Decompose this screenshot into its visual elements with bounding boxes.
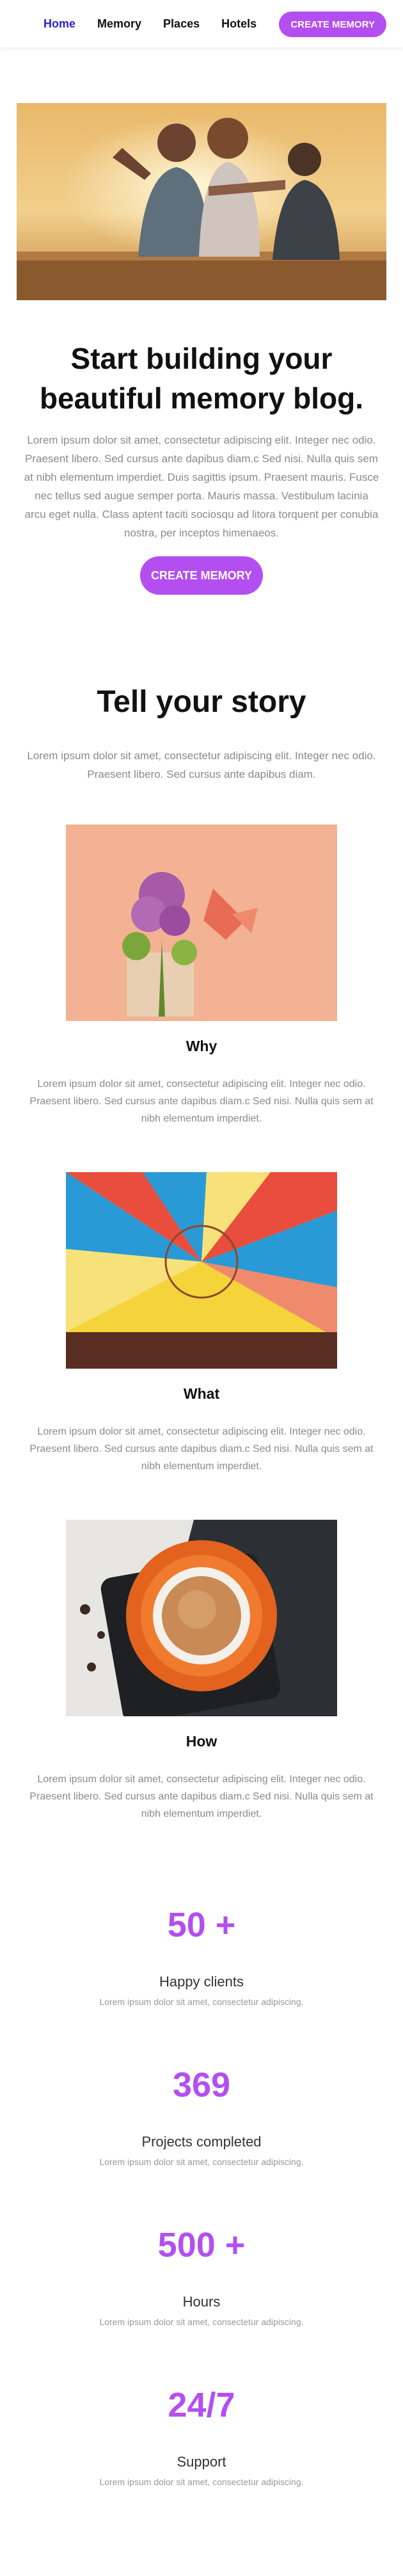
nav-link-hotels[interactable]: Hotels: [221, 17, 257, 31]
coffee-cup-photo: [66, 1520, 337, 1716]
nav-link-memory[interactable]: Memory: [97, 17, 141, 31]
hero-photo-children-sunset: [17, 103, 386, 300]
navbar: Home Memory Places Hotels CREATE MEMORY: [0, 0, 403, 47]
stat-hours: 500 + Hours Lorem ipsum dolor sit amet, …: [0, 2225, 403, 2327]
stat-projects-completed-sub: Lorem ipsum dolor sit amet, consectetur …: [99, 2157, 304, 2167]
stat-happy-clients: 50 + Happy clients Lorem ipsum dolor sit…: [0, 1904, 403, 2007]
feature-how: How Lorem ipsum dolor sit amet, consecte…: [0, 1520, 403, 1823]
flowers-photo: [66, 825, 337, 1021]
feature-how-text: Lorem ipsum dolor sit amet, consectetur …: [29, 1774, 374, 1819]
story-intro: Lorem ipsum dolor sit amet, consectetur …: [27, 750, 376, 780]
hot-air-balloon-photo: [66, 1172, 337, 1369]
stat-happy-clients-sub: Lorem ipsum dolor sit amet, consectetur …: [99, 1997, 304, 2007]
feature-what: What Lorem ipsum dolor sit amet, consect…: [0, 1172, 403, 1475]
hero-button-wrap: CREATE MEMORY: [0, 556, 403, 595]
stat-support-sub: Lorem ipsum dolor sit amet, consectetur …: [99, 2477, 304, 2487]
stat-hours-label: Hours: [182, 2294, 221, 2310]
hero-title: Start building your beautiful memory blo…: [39, 342, 364, 415]
stat-projects-completed-value: 369: [172, 2066, 231, 2104]
nav-link-places[interactable]: Places: [163, 17, 200, 31]
stat-support-value: 24/7: [168, 2386, 235, 2424]
stat-projects-completed-label: Projects completed: [141, 2134, 262, 2150]
stat-happy-clients-value: 50 +: [167, 1906, 236, 1944]
hero-text: Lorem ipsum dolor sit amet, consectetur …: [24, 434, 379, 539]
stat-projects-completed: 369 Projects completed Lorem ipsum dolor…: [0, 2065, 403, 2167]
hero-create-memory-button[interactable]: CREATE MEMORY: [140, 556, 263, 595]
stat-support: 24/7 Support Lorem ipsum dolor sit amet,…: [0, 2385, 403, 2500]
feature-why: Why Lorem ipsum dolor sit amet, consecte…: [0, 825, 403, 1127]
feature-why-title: Why: [186, 1038, 217, 1054]
hero-image: [17, 103, 386, 300]
nav-links: Home Memory Places Hotels: [43, 17, 278, 31]
stat-support-label: Support: [177, 2454, 226, 2470]
stat-happy-clients-label: Happy clients: [159, 1974, 244, 1990]
feature-what-title: What: [183, 1385, 220, 1402]
stat-hours-sub: Lorem ipsum dolor sit amet, consectetur …: [99, 2317, 304, 2327]
feature-how-title: How: [186, 1733, 217, 1750]
feature-what-text: Lorem ipsum dolor sit amet, consectetur …: [29, 1426, 374, 1472]
story-title: Tell your story: [97, 685, 306, 719]
nav-link-home[interactable]: Home: [43, 17, 75, 31]
feature-why-text: Lorem ipsum dolor sit amet, consectetur …: [29, 1079, 374, 1124]
nav-create-memory-button[interactable]: CREATE MEMORY: [279, 12, 386, 37]
stat-hours-value: 500 +: [157, 2226, 246, 2264]
